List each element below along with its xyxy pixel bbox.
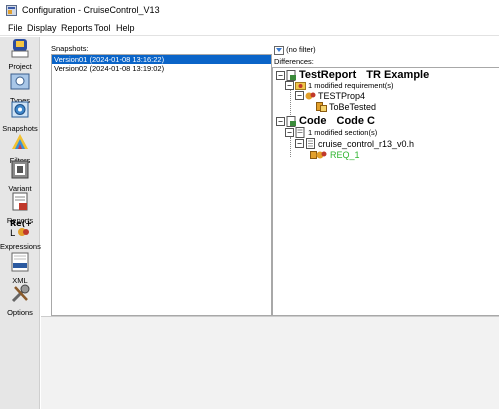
tree-node-code[interactable]: − Code Code C: [276, 115, 375, 127]
code-node-icon: [286, 115, 296, 127]
filter-selector[interactable]: (no filter): [274, 45, 316, 55]
tree-node-testprop4[interactable]: − TESTProp4: [295, 90, 365, 101]
attribute-icon: [316, 102, 327, 112]
variant-icon: [11, 160, 29, 179]
menu-help[interactable]: Help: [116, 23, 135, 33]
detail-area: [41, 316, 499, 409]
sidebar-options[interactable]: Options: [0, 283, 40, 317]
tree-node-tobetested[interactable]: ToBeTested: [316, 101, 376, 112]
options-icon: [11, 284, 30, 303]
filter-text: (no filter): [286, 45, 316, 54]
collapse-icon[interactable]: −: [285, 128, 294, 137]
snapshot-item-version02[interactable]: Version02 (2024-01-08 13:19:02): [52, 64, 271, 73]
menu-display[interactable]: Display: [27, 23, 57, 33]
collapse-icon[interactable]: −: [276, 116, 285, 126]
reports-icon: [12, 192, 28, 211]
svg-text:Re(+): Re(+): [10, 219, 31, 228]
snapshots-icon: [11, 101, 29, 118]
snapshots-list[interactable]: Version01 (2024-01-08 13:16:22) Version0…: [51, 54, 272, 316]
svg-text:L: L: [10, 229, 15, 239]
types-icon: [10, 73, 30, 90]
collapse-icon[interactable]: −: [295, 91, 304, 100]
filters-icon: [12, 134, 28, 149]
differences-tree[interactable]: − TestReport TR Example − 1 modified req…: [272, 67, 499, 316]
property-icon: [305, 92, 316, 100]
tree-node-source-file[interactable]: − cruise_control_r13_v0.h: [295, 138, 414, 149]
sidebar-project[interactable]: Project: [0, 37, 40, 71]
snapshots-label: Snapshots:: [51, 44, 89, 53]
differences-label: Differences:: [274, 57, 314, 66]
title-bar: Configuration - CruiseControl_V13: [0, 0, 499, 20]
project-icon: [11, 39, 29, 58]
sidebar-expressions[interactable]: Re(+) L Expressions: [0, 217, 41, 251]
app-icon: [6, 5, 17, 16]
section-folder-icon: [295, 127, 305, 138]
sidebar: Project Types Snapshots Filters Variant: [0, 37, 41, 409]
sidebar-snapshots[interactable]: Snapshots: [0, 99, 40, 133]
collapse-icon[interactable]: −: [285, 81, 294, 90]
menu-reports[interactable]: Reports: [61, 23, 93, 33]
sidebar-xml[interactable]: XML: [0, 251, 40, 285]
snapshots-pane: Snapshots: Version01 (2024-01-08 13:16:2…: [47, 43, 273, 316]
file-icon: [306, 138, 315, 149]
report-node-icon: [286, 69, 296, 81]
menu-file[interactable]: File: [8, 23, 23, 33]
xml-icon: [11, 252, 29, 272]
collapse-icon[interactable]: −: [276, 70, 285, 80]
menu-tool[interactable]: Tool: [94, 23, 111, 33]
window-title: Configuration - CruiseControl_V13: [22, 5, 160, 15]
filter-icon: [274, 45, 284, 55]
differences-pane: (no filter) Differences: − TestReport TR…: [272, 43, 499, 316]
tree-node-modified-sections[interactable]: − 1 modified section(s): [285, 127, 377, 138]
snapshot-item-version01[interactable]: Version01 (2024-01-08 13:16:22): [52, 55, 271, 64]
requirement-link-icon: [310, 151, 327, 159]
tree-node-req1[interactable]: REQ_1: [310, 149, 360, 160]
sidebar-variant[interactable]: Variant: [0, 159, 40, 193]
menu-bar: File Display Reports Tool Help: [0, 20, 499, 36]
expressions-icon: Re(+) L: [10, 219, 36, 239]
collapse-icon[interactable]: −: [295, 139, 304, 148]
